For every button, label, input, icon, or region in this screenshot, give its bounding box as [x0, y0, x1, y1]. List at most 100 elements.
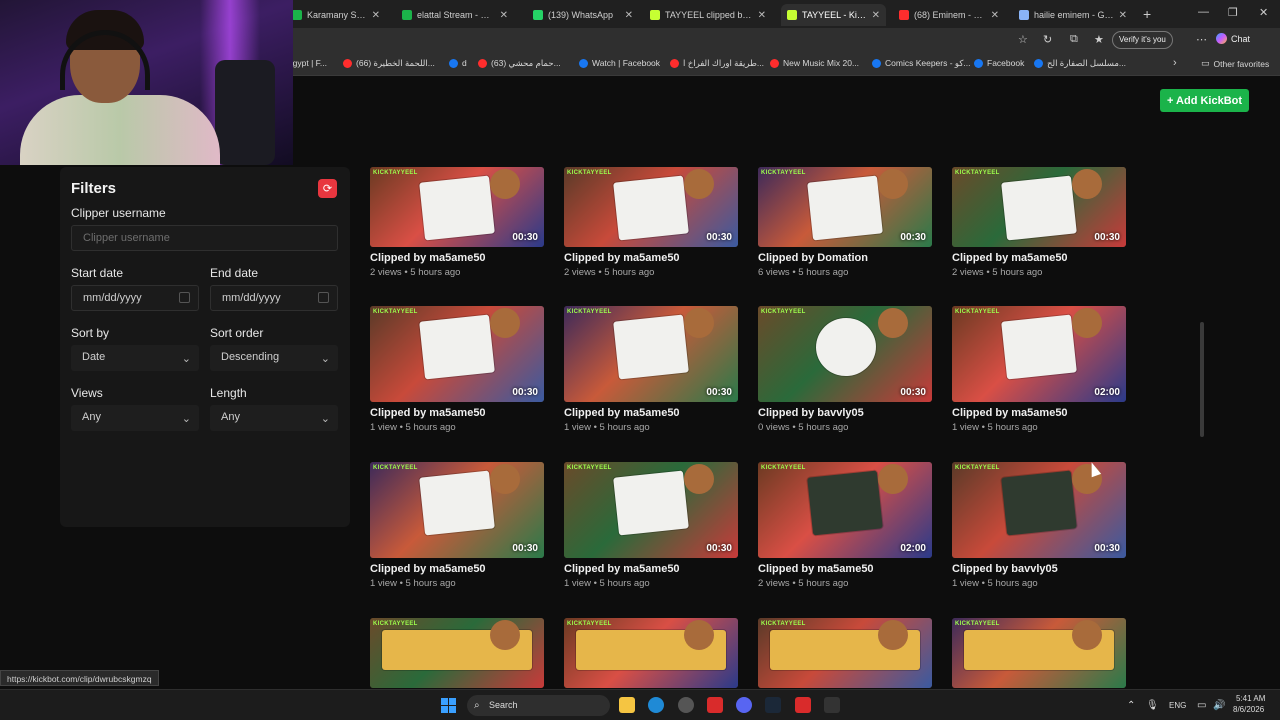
clip-title[interactable]: Clipped by ma5ame50 [564, 563, 680, 575]
bookmark-item[interactable]: Watch | Facebook [579, 58, 660, 68]
close-tab-icon[interactable]: ✕ [1119, 10, 1127, 21]
browser-tab[interactable]: TAYYEEL clipped by Don ✕ [644, 4, 772, 26]
refresh-icon[interactable]: ↻ [1043, 33, 1052, 46]
length-select[interactable]: Any ⌄ [210, 405, 338, 431]
clip-thumbnail[interactable]: KICKTAYYEEL 00:30 [564, 167, 738, 247]
thumbnail-object [613, 175, 689, 241]
clip-title[interactable]: Clipped by ma5ame50 [758, 563, 874, 575]
browser-tab[interactable]: hailie eminem - Google ✕ [1013, 4, 1133, 26]
bookmark-item[interactable]: Comics Keepers - كو... [872, 58, 970, 69]
clip-thumbnail[interactable]: KICKTAYYEEL [564, 618, 738, 688]
discord-icon[interactable] [736, 697, 752, 713]
close-window-button[interactable]: ✕ [1259, 6, 1268, 19]
close-tab-icon[interactable]: ✕ [372, 10, 380, 21]
extensions-icon[interactable]: ⧉ [1070, 33, 1078, 46]
bookmark-item[interactable]: حمام محشي (63)... [478, 58, 561, 69]
minimize-button[interactable]: — [1198, 6, 1209, 18]
close-tab-icon[interactable]: ✕ [758, 10, 766, 21]
clip-thumbnail[interactable]: KICKTAYYEEL 00:30 [758, 306, 932, 402]
settings-icon[interactable] [678, 697, 694, 713]
calendar-icon[interactable] [179, 292, 190, 303]
clip-thumbnail[interactable]: KICKTAYYEEL 02:00 [952, 306, 1126, 402]
browser-tab[interactable]: elattal Stream - Watch L ✕ [396, 4, 514, 26]
browser-tab[interactable]: TAYYEEL - KickBot ✕ [781, 4, 886, 26]
windows-start-icon[interactable] [441, 698, 456, 713]
bookmark-item[interactable]: New Music Mix 20... [770, 58, 859, 68]
steam-icon[interactable] [765, 697, 781, 713]
close-tab-icon[interactable]: ✕ [625, 10, 633, 21]
app-red-icon[interactable] [707, 697, 723, 713]
clip-thumbnail[interactable]: KICKTAYYEEL [370, 618, 544, 688]
clip-thumbnail[interactable]: KICKTAYYEEL 00:30 [370, 306, 544, 402]
bookmark-item[interactable]: مسلسل الصفارة الح... [1034, 58, 1126, 69]
clip-thumbnail[interactable]: KICKTAYYEEL 00:30 [564, 306, 738, 402]
clip-title[interactable]: Clipped by ma5ame50 [564, 252, 680, 264]
maximize-button[interactable]: ❐ [1228, 6, 1238, 19]
language-indicator[interactable]: ENG [1169, 701, 1186, 710]
clip-thumbnail[interactable]: KICKTAYYEEL 00:30 [758, 167, 932, 247]
clip-thumbnail[interactable]: KICKTAYYEEL 00:30 [370, 167, 544, 247]
clip-title[interactable]: Clipped by bavvly05 [952, 563, 1058, 575]
clip-title[interactable]: Clipped by ma5ame50 [564, 407, 680, 419]
clock-date[interactable]: 8/6/2026 [1233, 705, 1264, 714]
app-red-icon-2[interactable] [795, 697, 811, 713]
clip-title[interactable]: Clipped by bavvly05 [758, 407, 864, 419]
clip-title[interactable]: Clipped by ma5ame50 [952, 252, 1068, 264]
taskbar-search-label: Search [489, 700, 518, 710]
volume-icon[interactable]: 🔊 [1213, 700, 1225, 711]
verify-profile-button[interactable]: Verify it's you [1112, 31, 1173, 49]
browser-tab[interactable]: (68) Eminem - Killshot [✕ [893, 4, 1005, 26]
clock-time[interactable]: 5:41 AM [1236, 694, 1265, 703]
bookmark-item[interactable]: اللحمة الخطيرة (66)... [343, 58, 435, 69]
browser-tab[interactable]: Karamany Stream - Watc ✕ [286, 4, 386, 26]
clip-thumbnail[interactable]: KICKTAYYEEL 00:30 [952, 167, 1126, 247]
clip-thumbnail[interactable]: KICKTAYYEEL 02:00 [758, 462, 932, 558]
favorite-star-icon[interactable]: ☆ [1018, 33, 1028, 46]
status-url-tooltip: https://kickbot.com/clip/dwrubcskgmzq [0, 670, 159, 686]
clip-thumbnail[interactable]: KICKTAYYEEL 00:30 [952, 462, 1126, 558]
new-tab-button[interactable]: + [1143, 6, 1151, 22]
bookmark-item[interactable]: Facebook [974, 58, 1024, 68]
favorites-icon[interactable]: ★ [1094, 33, 1104, 46]
bookmark-item[interactable]: d [449, 58, 467, 68]
clipper-username-input[interactable]: Clipper username [71, 225, 338, 251]
clip-thumbnail[interactable]: KICKTAYYEEL 00:30 [370, 462, 544, 558]
clip-thumbnail[interactable]: KICKTAYYEEL [952, 618, 1126, 688]
clip-thumbnail[interactable]: KICKTAYYEEL 00:30 [564, 462, 738, 558]
bookmarks-overflow-icon[interactable]: › [1173, 57, 1177, 69]
clip-title[interactable]: Clipped by ma5ame50 [370, 252, 486, 264]
file-explorer-icon[interactable] [619, 697, 635, 713]
clip-thumbnail[interactable]: KICKTAYYEEL [758, 618, 932, 688]
bookmark-item[interactable]: طريقة اوراك الفراخ ا... [670, 58, 764, 69]
clip-duration: 02:00 [1094, 387, 1120, 398]
close-tab-icon[interactable]: ✕ [991, 10, 999, 21]
thumbnail-object [613, 314, 689, 380]
add-kickbot-button[interactable]: + Add KickBot [1160, 89, 1249, 112]
microphone-icon[interactable]: 🎙 [1146, 700, 1159, 711]
close-tab-icon[interactable]: ✕ [500, 10, 508, 21]
browser-tab[interactable]: (139) WhatsApp ✕ [527, 4, 639, 26]
more-menu-icon[interactable]: ⋯ [1196, 33, 1207, 46]
end-date-input[interactable]: mm/dd/yyyy [210, 285, 338, 311]
page-scrollbar[interactable] [1200, 322, 1204, 437]
clip-title[interactable]: Clipped by ma5ame50 [952, 407, 1068, 419]
start-date-input[interactable]: mm/dd/yyyy [71, 285, 199, 311]
close-tab-icon[interactable]: ✕ [872, 10, 880, 21]
tray-overflow-icon[interactable]: ⌃ [1127, 700, 1135, 711]
edge-browser-icon[interactable] [648, 697, 664, 713]
clip-title[interactable]: Clipped by ma5ame50 [370, 563, 486, 575]
sort-order-select[interactable]: Descending ⌄ [210, 345, 338, 371]
network-icon[interactable]: ▭ [1197, 700, 1206, 711]
taskbar-search[interactable]: ⌕ Search [467, 695, 610, 716]
chevron-down-icon: ⌄ [181, 353, 191, 365]
chat-label: Chat [1231, 33, 1251, 44]
copilot-chat-button[interactable]: Chat [1216, 33, 1250, 44]
clip-title[interactable]: Clipped by Domation [758, 252, 868, 264]
views-select[interactable]: Any ⌄ [71, 405, 199, 431]
other-favorites[interactable]: ▭ Other favorites [1201, 58, 1269, 69]
sort-by-select[interactable]: Date ⌄ [71, 345, 199, 371]
clip-title[interactable]: Clipped by ma5ame50 [370, 407, 486, 419]
obs-icon[interactable] [824, 697, 840, 713]
calendar-icon[interactable] [318, 292, 329, 303]
reset-filters-button[interactable]: ⟳ [318, 179, 337, 198]
